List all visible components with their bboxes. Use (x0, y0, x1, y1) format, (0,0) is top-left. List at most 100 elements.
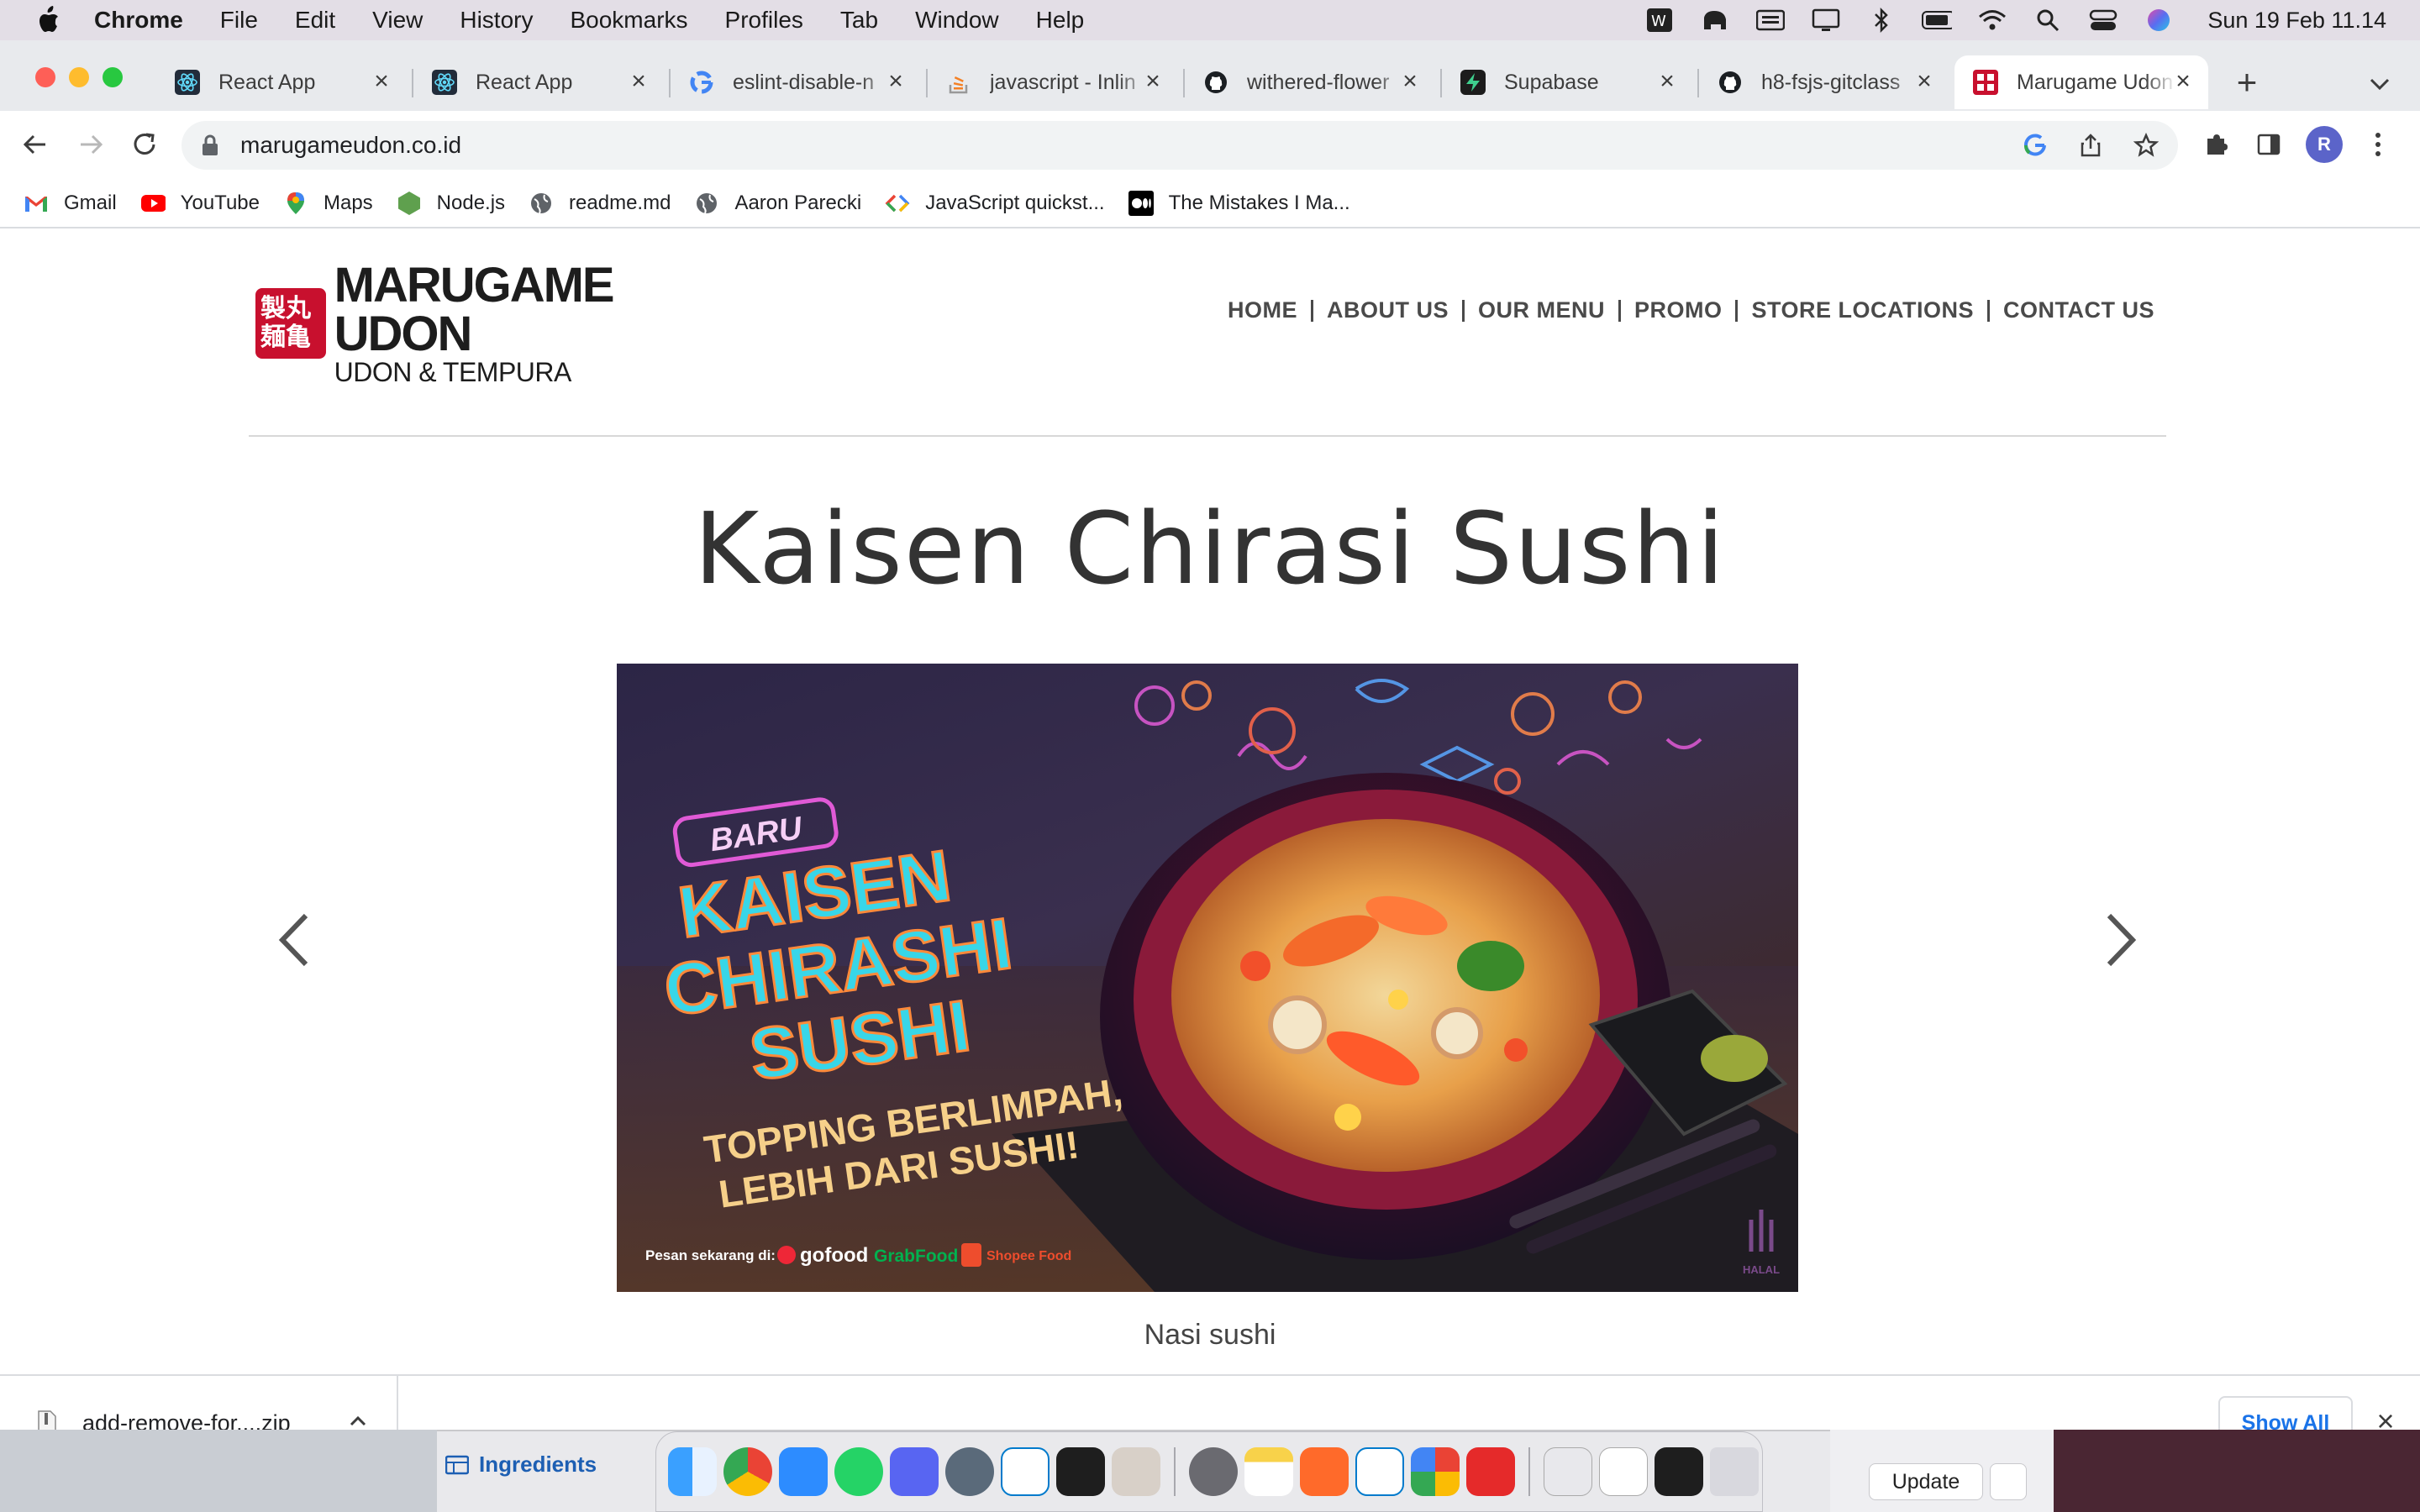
vscode-icon[interactable] (1001, 1447, 1050, 1496)
nav-home[interactable]: HOME (1228, 297, 1297, 323)
nav-promo[interactable]: PROMO (1634, 297, 1723, 323)
reload-icon[interactable] (126, 126, 163, 163)
google-lens-icon[interactable] (2020, 130, 2050, 160)
vscode-insiders-icon[interactable] (1355, 1447, 1404, 1496)
nav-our-menu[interactable]: OUR MENU (1478, 297, 1605, 323)
bookmark-aaron-parecki[interactable]: Aaron Parecki (694, 191, 861, 216)
chrome-icon[interactable] (723, 1447, 772, 1496)
tab-close-icon[interactable]: × (2171, 69, 2195, 94)
terminal-icon[interactable] (1056, 1447, 1105, 1496)
menubar-clock[interactable]: Sun 19 Feb 11.14 (2207, 8, 2386, 34)
menu-edit[interactable]: Edit (295, 7, 335, 34)
menu-profiles[interactable]: Profiles (725, 7, 803, 34)
tab-github-withered-flower[interactable]: withered-flower × (1185, 55, 1435, 109)
menu-history[interactable]: History (460, 7, 533, 34)
maximize-window-button[interactable] (103, 67, 123, 87)
bookmark-readme[interactable]: readme.md (529, 191, 671, 216)
profile-avatar[interactable]: R (2306, 126, 2343, 163)
display-icon[interactable] (1811, 8, 1841, 33)
whatsapp-icon[interactable] (834, 1447, 883, 1496)
elephant-icon[interactable] (1700, 8, 1730, 33)
tab-close-icon[interactable]: × (370, 69, 393, 94)
background-sidebar-item[interactable]: Ingredients (445, 1452, 597, 1478)
bookmark-youtube[interactable]: YouTube (140, 191, 260, 216)
close-download-shelf-icon[interactable]: × (2371, 1406, 2400, 1431)
tab-close-icon[interactable]: × (884, 69, 908, 94)
tab-close-icon[interactable]: × (1398, 69, 1422, 94)
url-text[interactable]: marugameudon.co.id (240, 132, 461, 159)
recent-document-thumbnail[interactable] (1599, 1447, 1648, 1496)
recent-terminal-thumbnail[interactable] (1655, 1447, 1703, 1496)
bookmark-gmail[interactable]: Gmail (24, 191, 117, 216)
close-window-button[interactable] (35, 67, 55, 87)
kebab-menu-icon[interactable] (2360, 126, 2396, 163)
new-tab-plus-icon[interactable]: + (2228, 65, 2265, 102)
tab-supabase[interactable]: Supabase × (1442, 55, 1692, 109)
show-all-downloads-button[interactable]: Show All (2218, 1396, 2353, 1430)
menu-tab[interactable]: Tab (840, 7, 878, 34)
minimize-window-button[interactable] (69, 67, 89, 87)
spotlight-search-icon[interactable] (2033, 8, 2063, 33)
wps-icon[interactable]: W (1644, 8, 1675, 33)
download-file-name[interactable]: add-remove-for....zip (82, 1410, 291, 1431)
recent-window-thumbnail[interactable] (1544, 1447, 1592, 1496)
menu-view[interactable]: View (372, 7, 423, 34)
address-bar[interactable]: marugameudon.co.id (182, 121, 2178, 170)
keyboard-icon[interactable] (1755, 8, 1786, 33)
apple-icon[interactable] (35, 6, 60, 34)
tab-stackoverflow[interactable]: javascript - Inlin × (928, 55, 1178, 109)
marugame-logo[interactable]: 製丸麺亀 MARUGAME UDON UDON & TEMPURA (255, 261, 760, 386)
tab-search-chevron-icon[interactable] (2365, 69, 2395, 99)
update-button[interactable]: Update (1869, 1463, 1983, 1500)
back-arrow-icon[interactable] (17, 126, 54, 163)
tab-marugame-udon[interactable]: Marugame Udon × (1954, 55, 2208, 109)
siri-icon[interactable] (2144, 8, 2174, 33)
pencil-app-icon[interactable] (1300, 1447, 1349, 1496)
nav-store-locations[interactable]: STORE LOCATIONS (1751, 297, 1974, 323)
side-panel-icon[interactable] (2250, 126, 2287, 163)
zoom-icon[interactable] (779, 1447, 828, 1496)
tab-close-icon[interactable]: × (1141, 69, 1165, 94)
wps-office-icon[interactable] (1466, 1447, 1515, 1496)
extensions-puzzle-icon[interactable] (2198, 126, 2235, 163)
menu-help[interactable]: Help (1036, 7, 1085, 34)
share-icon[interactable] (2075, 130, 2106, 160)
discord-icon[interactable] (890, 1447, 939, 1496)
carousel-next-chevron-icon[interactable] (2101, 911, 2141, 969)
tab-close-icon[interactable]: × (1655, 69, 1679, 94)
finder-icon[interactable] (668, 1447, 717, 1496)
system-settings-icon[interactable] (1189, 1447, 1238, 1496)
notes-icon[interactable] (1244, 1447, 1293, 1496)
menu-app-name[interactable]: Chrome (94, 7, 183, 34)
bookmark-nodejs[interactable]: Node.js (397, 191, 505, 216)
download-options-chevron-icon[interactable] (346, 1410, 370, 1430)
control-center-icon[interactable] (2088, 8, 2118, 33)
battery-icon[interactable] (1922, 8, 1953, 33)
carousel-prev-chevron-icon[interactable] (274, 911, 314, 969)
bookmark-star-icon[interactable] (2131, 130, 2161, 160)
trash-icon[interactable] (1710, 1447, 1759, 1496)
forward-arrow-icon[interactable] (72, 126, 109, 163)
download-item[interactable]: add-remove-for....zip (0, 1376, 398, 1430)
menu-bookmarks[interactable]: Bookmarks (570, 7, 687, 34)
wifi-icon[interactable] (1977, 8, 2007, 33)
menu-window[interactable]: Window (915, 7, 999, 34)
tab-react-app-2[interactable]: React App × (413, 55, 664, 109)
tab-react-app-1[interactable]: React App × (156, 55, 407, 109)
proxyman-icon[interactable] (945, 1447, 994, 1496)
bookmark-javascript-quickstart[interactable]: JavaScript quickst... (885, 191, 1105, 216)
tableplus-icon[interactable] (1112, 1447, 1160, 1496)
bluetooth-icon[interactable] (1866, 7, 1897, 34)
update-dropdown-chevron-icon[interactable] (1990, 1463, 2027, 1500)
bookmark-maps[interactable]: Maps (283, 191, 373, 216)
microsoft-apps-icon[interactable] (1411, 1447, 1460, 1496)
tab-eslint[interactable]: eslint-disable-n × (671, 55, 921, 109)
tab-close-icon[interactable]: × (627, 69, 650, 94)
nav-about-us[interactable]: ABOUT US (1327, 297, 1449, 323)
tab-close-icon[interactable]: × (1912, 69, 1936, 94)
lock-icon[interactable] (200, 134, 220, 157)
nav-contact-us[interactable]: CONTACT US (2003, 297, 2154, 323)
menu-file[interactable]: File (220, 7, 258, 34)
bookmark-mistakes[interactable]: The Mistakes I Ma... (1128, 191, 1350, 216)
tab-github-gitclass[interactable]: h8-fsjs-gitclass × (1699, 55, 1949, 109)
